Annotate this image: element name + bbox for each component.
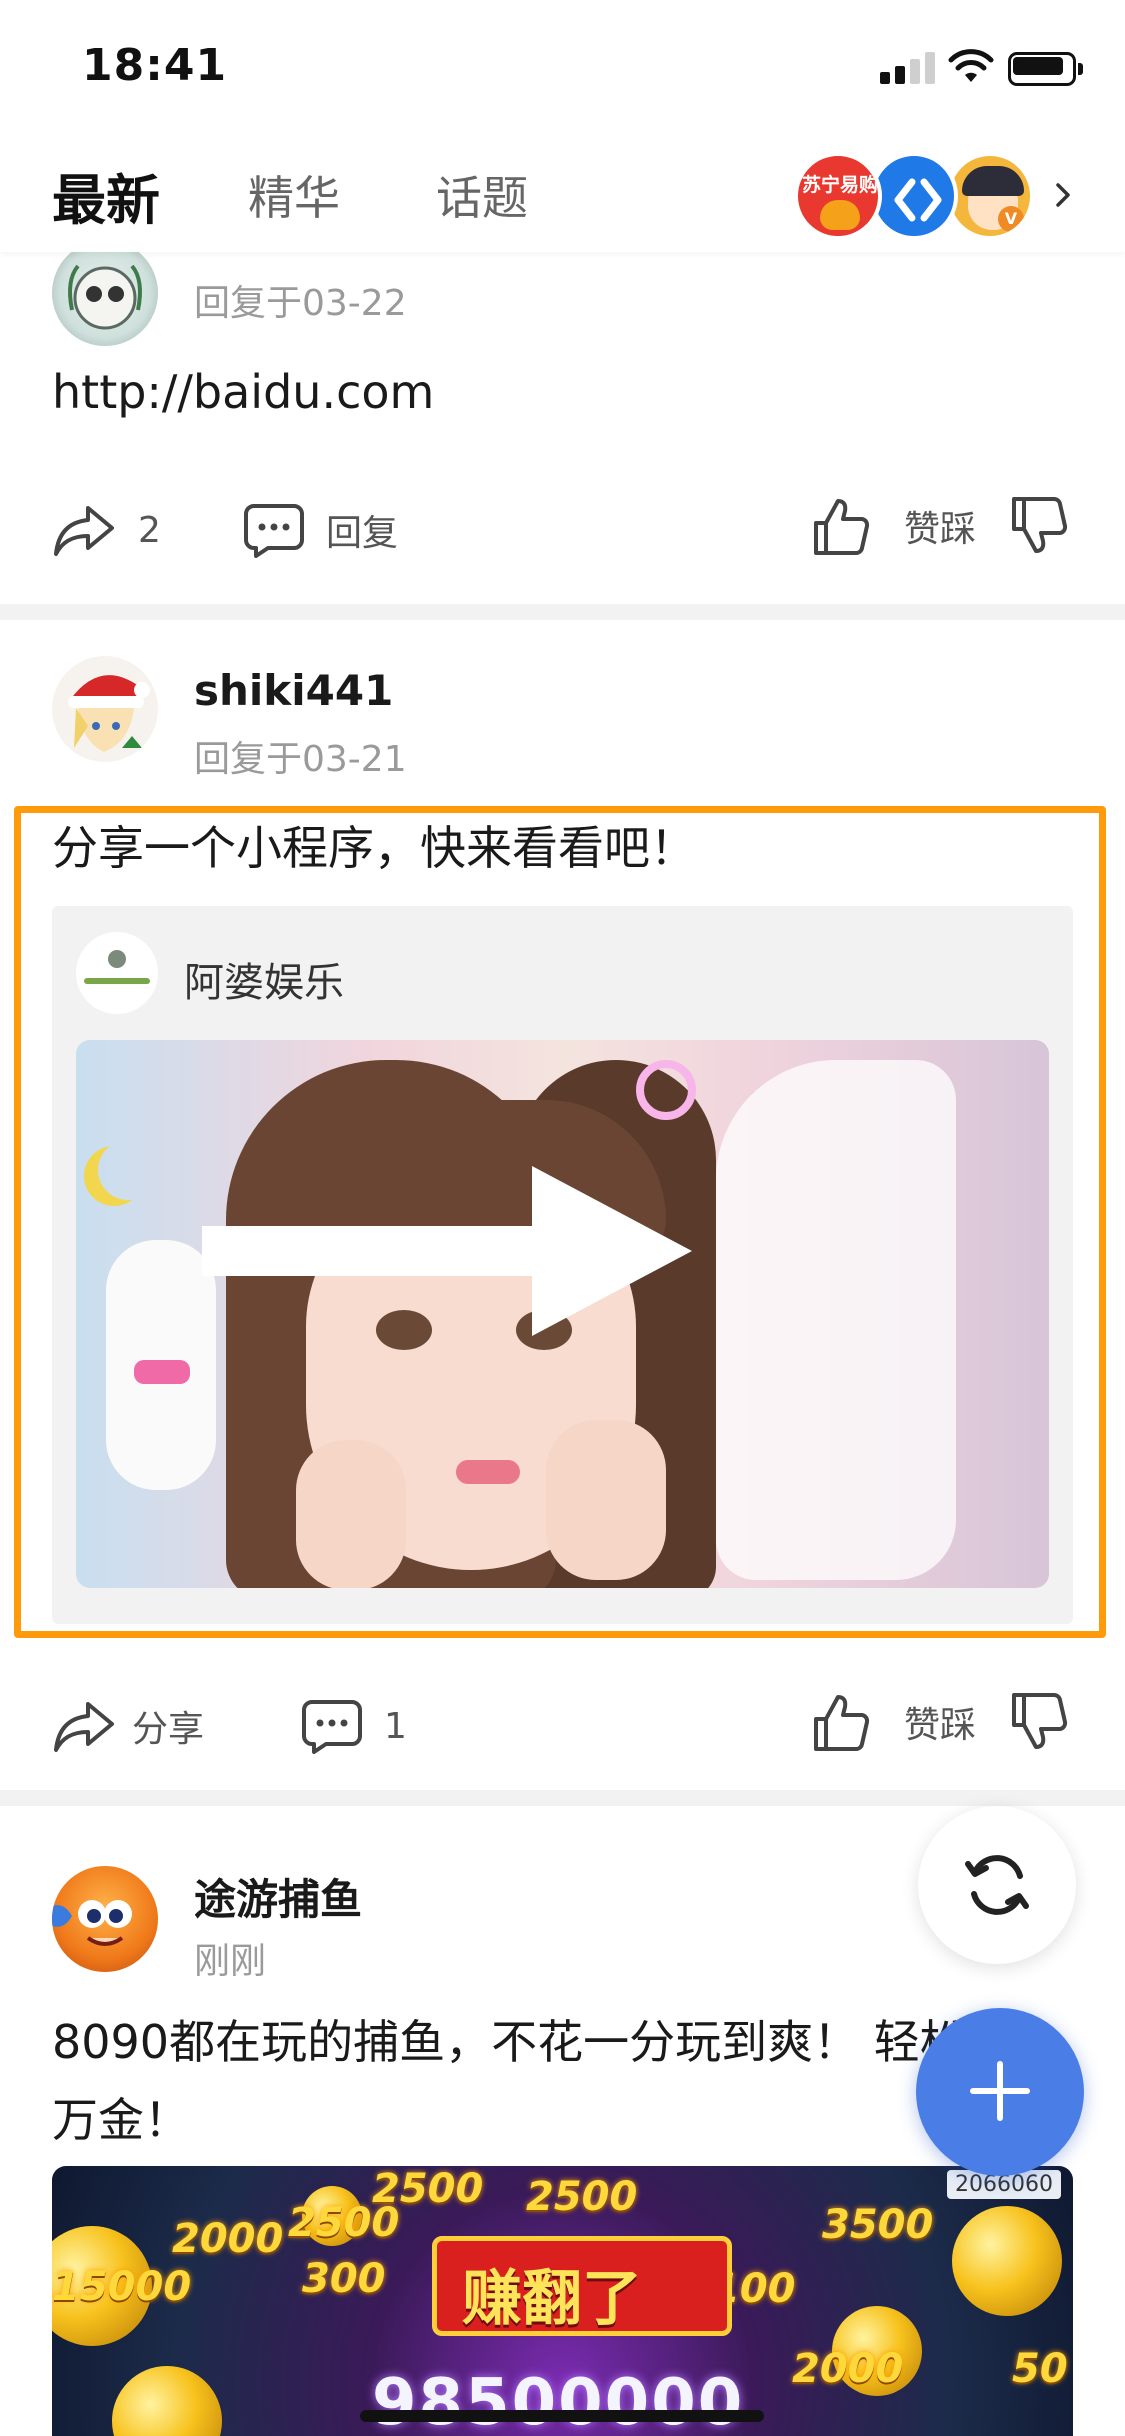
- bonus-number: 3500: [822, 2202, 934, 2248]
- share-button[interactable]: 2: [52, 500, 161, 560]
- page: 18:41 最新 精华 话题 V 苏宁易购 回复于03-22 http://ba…: [0, 0, 1125, 2436]
- share-icon: [54, 1702, 114, 1752]
- share-label: 分享: [132, 1709, 205, 1750]
- bonus-number: 2000: [172, 2216, 284, 2262]
- vote-label: 赞踩: [904, 509, 977, 550]
- home-indicator[interactable]: [360, 2410, 764, 2422]
- miniprogram-name: 阿婆娱乐: [184, 960, 344, 1006]
- thumbs-up-icon[interactable]: [812, 1691, 870, 1753]
- veil: [716, 1060, 956, 1580]
- vote-group: 赞踩: [812, 496, 1068, 556]
- compose-button[interactable]: [916, 2008, 1084, 2176]
- post-text[interactable]: http://baidu.com: [52, 354, 434, 430]
- post-text[interactable]: 8090都在玩的捕鱼，不花一分玩到爽！ 轻松赚: [52, 2004, 1012, 2080]
- thumbs-up-icon[interactable]: [812, 495, 870, 557]
- user-avatar[interactable]: [52, 240, 158, 346]
- lips: [456, 1460, 520, 1484]
- username[interactable]: shiki441: [194, 666, 393, 715]
- post-meta: 刚刚: [194, 1941, 267, 1982]
- post-divider: [0, 604, 1125, 620]
- miniprogram-cover-image[interactable]: [76, 1040, 1049, 1588]
- comment-label: 回复: [326, 513, 399, 554]
- miniprogram-card[interactable]: 阿婆娱乐: [52, 906, 1073, 1624]
- comment-button[interactable]: 1: [302, 1696, 407, 1756]
- bonus-number: 15000: [52, 2264, 192, 2310]
- left-hand: [296, 1440, 406, 1588]
- plus-icon-vertical: [997, 2061, 1003, 2121]
- bonus-number: 50: [1012, 2346, 1068, 2392]
- post-meta: 回复于03-22: [194, 283, 407, 324]
- thumbs-down-icon[interactable]: [1010, 1691, 1068, 1753]
- miniprogram-logo-icon: [76, 932, 158, 1014]
- fish-avatar-icon: [52, 1900, 132, 1946]
- battery-icon: [1008, 52, 1084, 86]
- jackpot-number: 98500000: [372, 2366, 745, 2436]
- post-card: 回复于03-22 http://baidu.com 2 回复 赞踩: [0, 210, 1125, 600]
- santa-hat-avatar-icon: [68, 675, 150, 752]
- chevron-right-icon[interactable]: [1048, 180, 1078, 210]
- status-time: 18:41: [82, 40, 228, 91]
- comment-button[interactable]: 回复: [244, 500, 398, 560]
- bonus-number: 2500: [288, 2200, 400, 2246]
- vote-label: 赞踩: [904, 1705, 977, 1746]
- post-text-line2[interactable]: 万金！: [52, 2082, 190, 2158]
- suning-brand-text: 苏宁易购: [802, 174, 879, 196]
- user-avatar[interactable]: [52, 656, 158, 762]
- thumbs-down-icon[interactable]: [1010, 495, 1068, 557]
- vote-group: 赞踩: [812, 1692, 1068, 1752]
- coin: [952, 2206, 1062, 2316]
- status-bar: 18:41: [0, 0, 1125, 140]
- tab-latest[interactable]: 最新: [52, 156, 160, 235]
- suning-avatar[interactable]: 苏宁易购: [794, 152, 882, 240]
- refresh-button[interactable]: [918, 1806, 1076, 1964]
- comment-count: 1: [384, 1705, 407, 1747]
- share-button[interactable]: 分享: [52, 1696, 204, 1756]
- tab-topics[interactable]: 话题: [436, 162, 528, 228]
- post-meta: 回复于03-21: [194, 739, 407, 780]
- refresh-icon: [965, 1855, 1029, 1915]
- wifi-icon: [948, 49, 994, 82]
- username[interactable]: 途游捕鱼: [194, 1866, 362, 1927]
- verified-badge: V: [998, 206, 1024, 232]
- kk-avatar[interactable]: [870, 152, 958, 240]
- owl-avatar-icon: [68, 264, 142, 330]
- tab-bar: 最新 精华 话题 V 苏宁易购: [0, 140, 1125, 252]
- ad-banner-image[interactable]: 2500 2000 2500 15000 3500 100 2000 50 25…: [52, 2166, 1073, 2436]
- comment-icon: [302, 1700, 362, 1754]
- bonus-number: 300: [302, 2256, 386, 2302]
- comment-icon: [244, 504, 304, 558]
- ribbon-text: 赚翻了: [462, 2264, 642, 2334]
- hair-clip: [636, 1060, 696, 1120]
- boy-avatar[interactable]: V: [946, 152, 1034, 240]
- moon-decoration: [98, 1140, 158, 1200]
- cellular-signal-icon: [880, 52, 936, 84]
- bunny-bow: [134, 1360, 190, 1384]
- share-icon: [54, 506, 114, 556]
- bonus-number: 2000: [792, 2346, 904, 2392]
- user-avatar[interactable]: [52, 1866, 158, 1972]
- tab-featured[interactable]: 精华: [248, 162, 340, 228]
- post-text[interactable]: 分享一个小程序，快来看看吧！: [52, 810, 696, 886]
- post-divider: [0, 1790, 1125, 1806]
- bonus-number: 2500: [526, 2174, 638, 2220]
- coin: [112, 2366, 222, 2436]
- kk-logo-icon: [894, 178, 942, 222]
- right-hand: [546, 1420, 666, 1580]
- arrow-right-icon: [202, 1166, 692, 1336]
- share-count: 2: [138, 509, 161, 551]
